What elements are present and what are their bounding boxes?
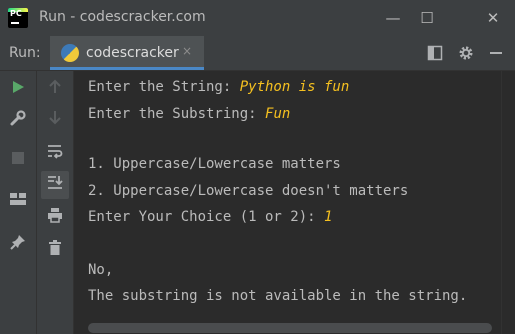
console-toolbar (37, 71, 74, 334)
wrench-icon[interactable] (6, 109, 30, 131)
minimize-panel-icon[interactable] (487, 45, 505, 63)
console-line: No, (88, 262, 114, 278)
window-title: Run - codescracker.com (39, 9, 206, 25)
scroll-to-end-icon[interactable] (43, 174, 67, 196)
console-line: Enter Your Choice (1 or 2): 1 (88, 209, 333, 225)
print-icon[interactable] (43, 207, 67, 229)
down-arrow-icon[interactable] (43, 109, 67, 131)
console-line: Enter the Substring: Fun (88, 106, 291, 122)
pycharm-icon: PC (8, 8, 28, 28)
run-toolbar: Run: codescracker × (0, 36, 515, 71)
title-bar: PC Run - codescracker.com — ☐ ✕ (0, 0, 515, 36)
tab-close-icon[interactable]: × (182, 44, 192, 58)
maximize-icon[interactable]: ☐ (414, 6, 440, 30)
layout-icon[interactable] (426, 45, 444, 63)
console-line: The substring is not available in the st… (88, 288, 468, 304)
up-arrow-icon[interactable] (43, 79, 67, 101)
tab-codescracker[interactable]: codescracker × (50, 36, 204, 70)
horizontal-scrollbar-thumb[interactable] (88, 323, 492, 333)
console-output[interactable]: Enter the String: Python is fun Enter th… (74, 71, 501, 324)
soft-wrap-icon[interactable] (43, 143, 67, 165)
tab-label: codescracker (86, 45, 179, 61)
close-icon[interactable]: ✕ (480, 6, 506, 30)
python-icon (61, 44, 79, 62)
console-line: Enter the String: Python is fun (88, 79, 350, 95)
active-tab-indicator (50, 67, 204, 70)
layout-icon[interactable] (6, 191, 30, 213)
console-line: 2. Uppercase/Lowercase doesn't matters (88, 183, 409, 199)
left-toolbar (0, 71, 37, 334)
run-label: Run: (9, 45, 41, 61)
console-line: 1. Uppercase/Lowercase matters (88, 156, 341, 172)
gear-icon[interactable] (457, 45, 475, 63)
run-icon[interactable] (6, 79, 30, 101)
vertical-scrollbar[interactable] (501, 71, 515, 334)
trash-icon[interactable] (43, 239, 67, 261)
minimize-icon[interactable]: — (380, 6, 406, 30)
pin-icon[interactable] (6, 233, 30, 255)
stop-icon[interactable] (6, 149, 30, 171)
